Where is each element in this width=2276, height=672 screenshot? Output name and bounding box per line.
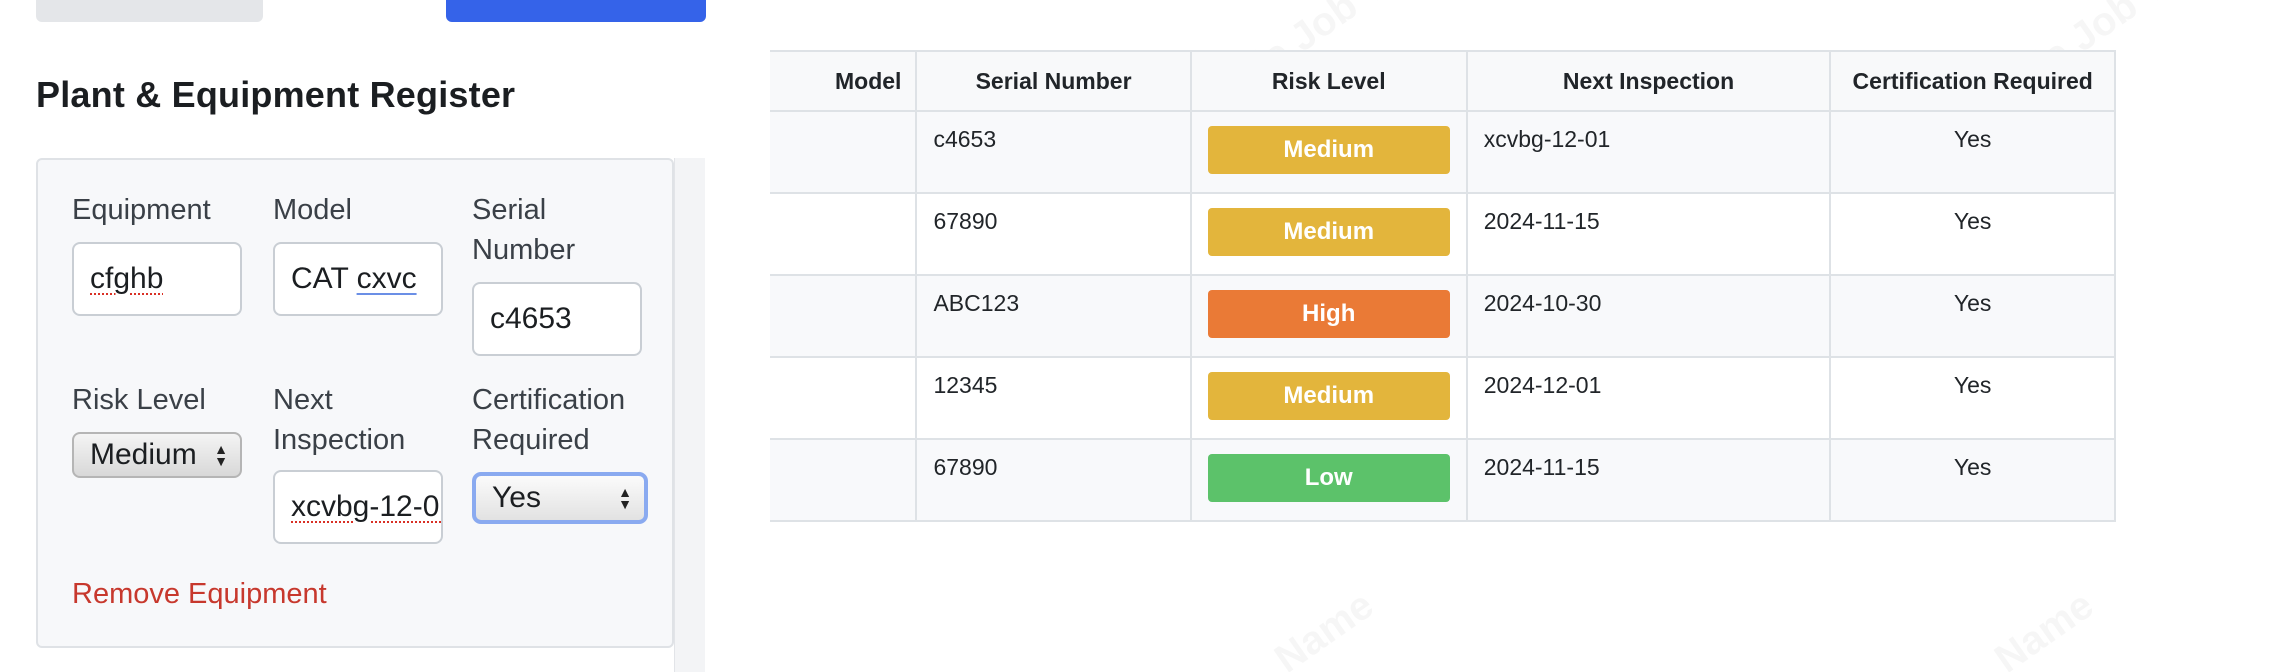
table-row[interactable]: 12345 Medium 2024-12-01 Yes <box>770 356 2116 440</box>
equipment-input-value: cfghb <box>90 262 164 295</box>
risk-label: Risk Level <box>72 384 206 416</box>
primary-action-button[interactable] <box>446 0 706 22</box>
cell-certification: Yes <box>1829 192 2116 276</box>
cell-risk: High <box>1189 274 1468 358</box>
cell-serial: 67890 <box>915 438 1192 522</box>
serial-input-value: c4653 <box>490 302 572 335</box>
header-model: Model <box>770 50 918 112</box>
remove-equipment-link[interactable]: Remove Equipment <box>72 578 327 611</box>
cell-next-inspection: 2024-11-15 <box>1465 438 1832 522</box>
risk-badge: Low <box>1207 454 1450 502</box>
header-certification: Certification Required <box>1829 50 2116 112</box>
cell-next-inspection: xcvbg-12-01 <box>1465 110 1832 194</box>
risk-select-value: Medium <box>90 438 197 471</box>
cell-risk: Medium <box>1189 110 1468 194</box>
cell-certification: Yes <box>1829 438 2116 522</box>
model-input-value-part1: CAT <box>291 262 357 295</box>
risk-badge: High <box>1207 290 1450 338</box>
header-serial: Serial Number <box>915 50 1192 112</box>
cell-certification: Yes <box>1829 274 2116 358</box>
serial-label: Serial Number <box>472 194 576 266</box>
model-input-value-part2: cxvc <box>356 262 417 295</box>
cell-certification: Yes <box>1829 110 2116 194</box>
cell-next-inspection: 2024-11-15 <box>1465 192 1832 276</box>
next-inspection-label: Next Inspection <box>273 384 406 456</box>
cell-model <box>770 438 918 522</box>
table-row[interactable]: GrandABC123 High 2024-10-30Yes <box>770 274 2116 358</box>
cell-model <box>770 356 918 440</box>
model-label: Model <box>273 194 352 226</box>
risk-select[interactable]: Medium ▲ ▼ <box>72 432 242 478</box>
cell-risk: Medium <box>1189 356 1468 440</box>
certification-select-value: Yes <box>492 481 541 514</box>
cell-next-inspection: 2024-10-30 <box>1465 274 1832 358</box>
table-row[interactable]: c4653 Medium xcvbg-12-01 Yes <box>770 110 2116 194</box>
cell-risk: Low <box>1189 438 1468 522</box>
model-input[interactable]: CAT cxvc <box>273 242 443 316</box>
equipment-table-area: 123 Sample Job Test 123 Sample Job Test … <box>770 0 2276 672</box>
cell-serial: ABC123 <box>915 274 1192 358</box>
equipment-label: Equipment <box>72 194 211 226</box>
watermark-text: Name <box>1267 583 1382 672</box>
select-arrows-icon: ▲ ▼ <box>214 441 228 469</box>
select-arrows-icon: ▲ ▼ <box>618 484 632 512</box>
risk-badge: Medium <box>1207 208 1450 256</box>
table-row[interactable]: 32567890 Medium 2024-11-15Yes <box>770 192 2116 276</box>
equipment-form-panel: Plant & Equipment Register Equipment cfg… <box>0 0 706 672</box>
equipment-table: Model Serial Number Risk Level Next Insp… <box>770 50 2116 522</box>
next-inspection-input-value: xcvbg-12-01 <box>291 490 443 523</box>
cell-model: Grand <box>770 274 918 358</box>
certification-label: Certification Required <box>472 384 626 456</box>
panel-title: Plant & Equipment Register <box>36 74 516 115</box>
cell-serial: c4653 <box>915 110 1192 194</box>
cell-serial: 12345 <box>915 356 1192 440</box>
cell-serial: 67890 <box>915 192 1192 276</box>
next-inspection-input[interactable]: xcvbg-12-01 <box>273 470 443 544</box>
table-header-row: Model Serial Number Risk Level Next Insp… <box>770 50 2116 112</box>
cell-model <box>770 110 918 194</box>
serial-input[interactable]: c4653 <box>472 282 642 356</box>
risk-badge: Medium <box>1207 126 1450 174</box>
risk-badge: Medium <box>1207 372 1450 420</box>
table-row[interactable]: 67890 Low 2024-11-15 Yes <box>770 438 2116 522</box>
panel-scroll-edge <box>674 158 705 672</box>
certification-select[interactable]: Yes ▲ ▼ <box>472 472 648 524</box>
cell-risk: Medium <box>1189 192 1468 276</box>
secondary-action-button[interactable] <box>36 0 263 22</box>
cell-next-inspection: 2024-12-01 <box>1465 356 1832 440</box>
header-next-inspection: Next Inspection <box>1465 50 1832 112</box>
equipment-card: Equipment cfghb Model CAT cxvc Serial Nu… <box>36 158 674 648</box>
cell-certification: Yes <box>1829 356 2116 440</box>
equipment-input[interactable]: cfghb <box>72 242 242 316</box>
cell-model: 325 <box>770 192 918 276</box>
header-risk: Risk Level <box>1189 50 1468 112</box>
watermark-text: Name <box>1987 583 2102 672</box>
